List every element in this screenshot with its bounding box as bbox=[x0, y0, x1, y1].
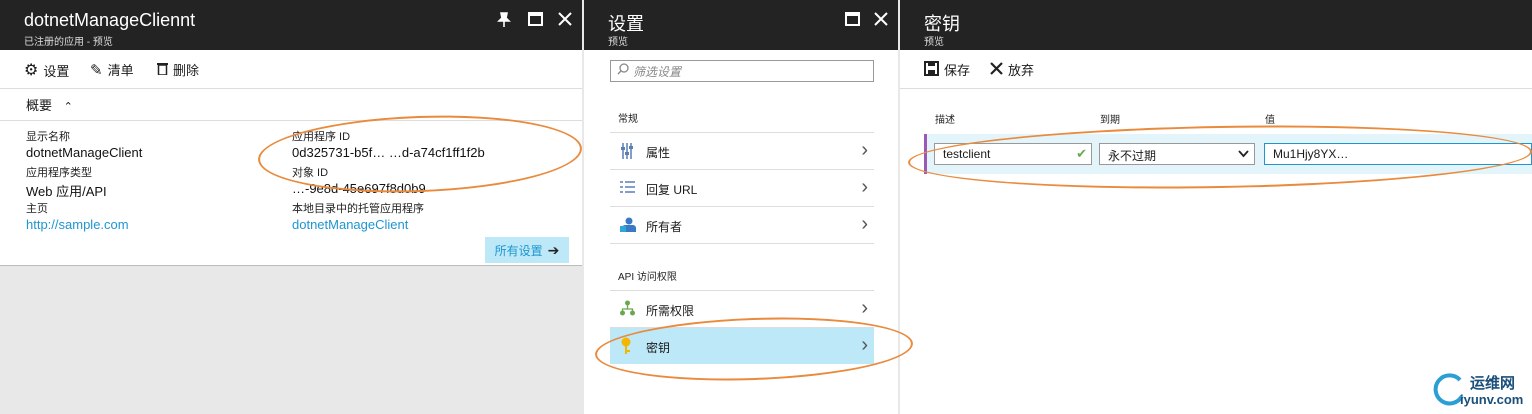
menu-item-label: 回复 URL bbox=[646, 183, 698, 197]
close-icon[interactable] bbox=[558, 12, 572, 31]
settings-button[interactable]: ⚙ 设置 bbox=[24, 60, 69, 80]
maximize-icon[interactable] bbox=[845, 12, 860, 31]
delete-button[interactable]: 删除 bbox=[157, 60, 199, 79]
all-settings-label: 所有设置 bbox=[494, 243, 543, 258]
menu-item-label: 所有者 bbox=[646, 220, 683, 234]
manifest-button[interactable]: ✎ 清单 bbox=[90, 60, 134, 79]
maximize-icon[interactable] bbox=[528, 12, 543, 31]
search-placeholder: 筛选设置 bbox=[633, 64, 682, 79]
key-expires-value: 永不过期 bbox=[1108, 149, 1157, 163]
blade-header: dotnetManageCliennt 已注册的应用 - 预览 bbox=[0, 0, 582, 50]
save-button[interactable]: 保存 bbox=[924, 60, 970, 79]
column-expires: 到期 bbox=[1100, 115, 1120, 126]
object-id-value[interactable]: …-9e8d-45e697f8d0b9 bbox=[292, 181, 426, 196]
filter-settings-search[interactable]: 筛选设置 bbox=[610, 60, 874, 82]
chevron-right-icon: › bbox=[861, 213, 868, 235]
watermark-url: iyunv.com bbox=[1460, 392, 1524, 407]
key-value-field[interactable]: Mu1Hjy8YX… bbox=[1264, 143, 1532, 165]
blade-header: 设置 预览 bbox=[584, 0, 898, 50]
discard-button[interactable]: 放弃 bbox=[990, 60, 1034, 79]
blade-subtitle: 已注册的应用 - 预览 bbox=[24, 37, 113, 48]
column-description: 描述 bbox=[935, 115, 955, 126]
chevron-up-icon: ⌃ bbox=[63, 101, 73, 113]
keys-blade: 密钥 预览 保存 放弃 描述 到期 值 testclient ✔ 永不过期 Mu… bbox=[900, 0, 1532, 414]
settings-label: 设置 bbox=[43, 63, 70, 79]
search-icon bbox=[617, 62, 629, 80]
key-row: testclient ✔ 永不过期 Mu1Hjy8YX… bbox=[924, 134, 1532, 174]
app-type-label: 应用程序类型 bbox=[26, 167, 92, 179]
blade-subtitle: 预览 bbox=[608, 37, 628, 48]
chevron-right-icon: › bbox=[861, 297, 868, 319]
menu-item-reply-url[interactable]: 回复 URL › bbox=[610, 170, 874, 207]
trash-icon bbox=[157, 62, 168, 78]
chevron-right-icon: › bbox=[861, 139, 868, 161]
settings-blade: 设置 预览 筛选设置 常规 属性 › 回复 URL › 所有者 › API 访问… bbox=[584, 0, 898, 414]
managed-app-label: 本地目录中的托管应用程序 bbox=[292, 203, 424, 215]
section-api-access: API 访问权限 bbox=[618, 272, 677, 283]
home-label: 主页 bbox=[26, 203, 48, 215]
essentials-label: 概要 bbox=[26, 98, 53, 113]
menu-item-label: 属性 bbox=[646, 146, 671, 160]
command-bar: ⚙ 设置 ✎ 清单 删除 bbox=[0, 50, 582, 89]
blade-header: 密钥 预览 bbox=[900, 0, 1532, 50]
discard-label: 放弃 bbox=[1008, 63, 1035, 78]
network-icon bbox=[620, 300, 635, 321]
menu-list: 属性 › 回复 URL › 所有者 › bbox=[610, 132, 874, 244]
menu-item-required-permissions[interactable]: 所需权限 › bbox=[610, 291, 874, 328]
key-expires-select[interactable]: 永不过期 bbox=[1099, 143, 1255, 165]
essentials-toggle[interactable]: 概要 ⌃ bbox=[26, 95, 73, 114]
users-icon bbox=[620, 217, 636, 237]
close-icon bbox=[990, 61, 1003, 78]
menu-item-keys[interactable]: 密钥 › bbox=[610, 328, 874, 364]
menu-item-properties[interactable]: 属性 › bbox=[610, 133, 874, 170]
sliders-icon bbox=[620, 143, 634, 164]
all-settings-button[interactable]: 所有设置 ➔ bbox=[485, 237, 569, 263]
key-icon bbox=[620, 337, 632, 360]
display-name-label: 显示名称 bbox=[26, 131, 70, 143]
close-icon[interactable] bbox=[874, 12, 888, 31]
key-description-value: testclient bbox=[943, 147, 991, 161]
manifest-label: 清单 bbox=[107, 63, 134, 78]
menu-item-label: 所需权限 bbox=[646, 304, 695, 318]
delete-label: 删除 bbox=[173, 63, 200, 78]
chevron-right-icon: › bbox=[861, 176, 868, 198]
app-id-label: 应用程序 ID bbox=[292, 131, 351, 143]
app-type-value: Web 应用/API bbox=[26, 184, 107, 199]
pencil-icon: ✎ bbox=[90, 61, 103, 79]
app-registration-blade: dotnetManageCliennt 已注册的应用 - 预览 ⚙ 设置 ✎ 清… bbox=[0, 0, 582, 266]
object-id-label: 对象 ID bbox=[292, 167, 329, 179]
key-value-text: Mu1Hjy8YX… bbox=[1273, 147, 1349, 161]
command-bar: 保存 放弃 bbox=[900, 50, 1532, 89]
section-general: 常规 bbox=[618, 114, 638, 125]
save-icon bbox=[924, 60, 939, 79]
chevron-down-icon bbox=[1238, 147, 1249, 161]
gear-icon: ⚙ bbox=[24, 62, 39, 79]
column-value: 值 bbox=[1265, 115, 1275, 126]
watermark-name: 运维网 bbox=[1470, 375, 1516, 392]
watermark: 运维网 iyunv.com bbox=[1430, 366, 1530, 410]
app-id-value[interactable]: 0d325731-b5f… …d-a74cf1ff1f2b bbox=[292, 145, 485, 160]
divider bbox=[0, 120, 582, 121]
arrow-right-icon: ➔ bbox=[547, 241, 560, 258]
managed-app-link[interactable]: dotnetManageClient bbox=[292, 217, 408, 232]
display-name-value: dotnetManageClient bbox=[26, 145, 143, 160]
list-icon bbox=[620, 181, 635, 199]
menu-item-label: 密钥 bbox=[646, 341, 671, 355]
pin-icon[interactable] bbox=[497, 12, 511, 33]
menu-list-api: 所需权限 › 密钥 › bbox=[610, 290, 874, 364]
blade-title: dotnetManageCliennt bbox=[24, 10, 196, 30]
chevron-right-icon: › bbox=[861, 334, 868, 356]
key-description-input[interactable]: testclient ✔ bbox=[934, 143, 1092, 165]
checkmark-icon: ✔ bbox=[1076, 146, 1087, 161]
menu-item-owners[interactable]: 所有者 › bbox=[610, 207, 874, 244]
home-link[interactable]: http://sample.com bbox=[26, 217, 129, 232]
save-label: 保存 bbox=[944, 63, 971, 78]
blade-subtitle: 预览 bbox=[924, 37, 944, 48]
